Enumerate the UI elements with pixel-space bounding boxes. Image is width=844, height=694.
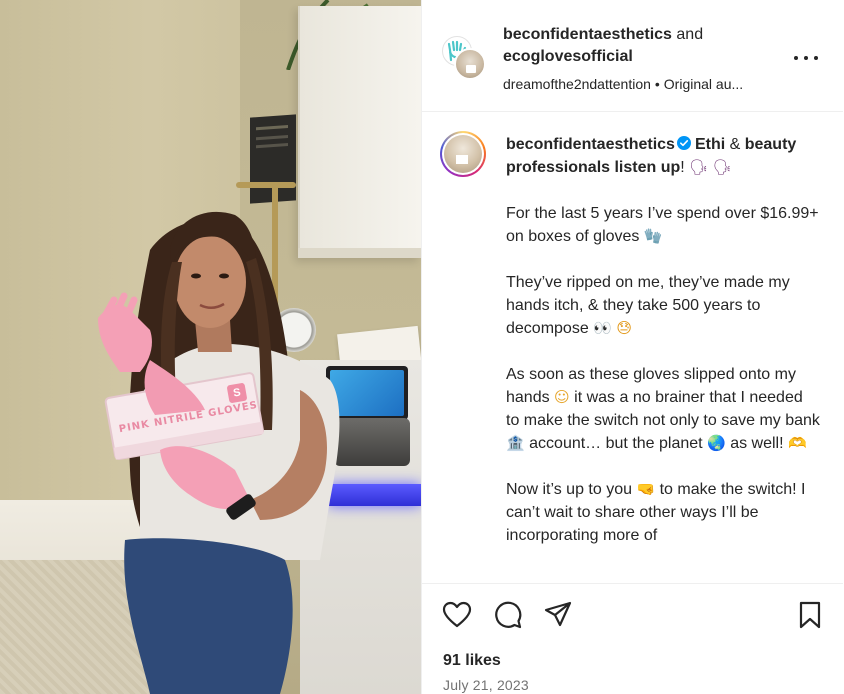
eyes-emoji-icon: 👀: [593, 319, 612, 337]
post-header: beconfidentaesthetics and ecoglovesoffic…: [422, 0, 843, 112]
dot-icon: [814, 56, 818, 60]
heart-icon[interactable]: [442, 600, 472, 630]
speaking-head-icon: 🗣: [712, 158, 732, 176]
collab-avatars[interactable]: [442, 36, 486, 80]
dot-icon: [804, 56, 808, 60]
caption-bold-name: Ethi: [694, 136, 726, 153]
heart-hands-emoji-icon: 🫶: [788, 434, 807, 452]
author-link[interactable]: beconfidentaesthetics: [503, 26, 672, 43]
woman-figure: [98, 211, 340, 694]
caption-paragraph: as well!: [730, 435, 784, 452]
caption-exclaim: !: [680, 159, 685, 176]
post-photo[interactable]: PINK NITRILE GLOVES S: [0, 0, 421, 694]
fist-emoji-icon: 🤜: [636, 480, 656, 498]
audio-attribution: dreamofthe2ndattention • Original au...: [503, 76, 743, 92]
caption-paragraph: Now it’s up to you: [506, 481, 632, 498]
post-side-panel: beconfidentaesthetics and ecoglovesoffic…: [421, 0, 844, 694]
caption-username[interactable]: beconfidentaesthetics: [506, 136, 675, 153]
caption-paragraph: account… but the planet: [529, 435, 703, 452]
glove-box-size: S: [226, 382, 248, 404]
audio-user-link[interactable]: dreamofthe2ndattention: [503, 76, 651, 92]
sweat-face-emoji-icon: 😓: [616, 319, 632, 337]
separator-dot: •: [654, 76, 660, 92]
author-avatar[interactable]: [454, 48, 486, 80]
audio-link[interactable]: Original au...: [664, 76, 743, 92]
like-count[interactable]: 91 likes: [443, 652, 501, 670]
globe-emoji-icon: 🌏: [707, 434, 726, 452]
post-authors: beconfidentaesthetics and ecoglovesoffic…: [503, 24, 773, 68]
verified-badge-icon: [676, 136, 691, 150]
post-date[interactable]: July 21, 2023: [443, 677, 529, 693]
caption-text: beconfidentaesthetics Ethi & beauty profe…: [506, 133, 820, 570]
author-joiner: and: [676, 26, 704, 43]
speaking-head-icon: 🗣: [689, 158, 709, 176]
caption-area[interactable]: beconfidentaesthetics Ethi & beauty profe…: [422, 113, 843, 583]
bank-emoji-icon: 🏦: [506, 434, 525, 452]
caption-amp: &: [725, 136, 741, 153]
comment-icon[interactable]: [493, 600, 523, 630]
dot-icon: [794, 56, 798, 60]
glove-emoji-icon: 🧤: [643, 227, 663, 245]
caption-paragraph: They’ve ripped on me, they’ve made my ha…: [506, 274, 790, 337]
paper-plane-icon[interactable]: [543, 600, 573, 630]
more-options-button[interactable]: [792, 48, 820, 68]
caption-avatar[interactable]: [440, 131, 486, 177]
bookmark-icon[interactable]: [795, 600, 825, 630]
collaborator-link[interactable]: ecoglovesofficial: [503, 48, 633, 65]
smile-emoji-icon: ☺: [554, 388, 570, 406]
